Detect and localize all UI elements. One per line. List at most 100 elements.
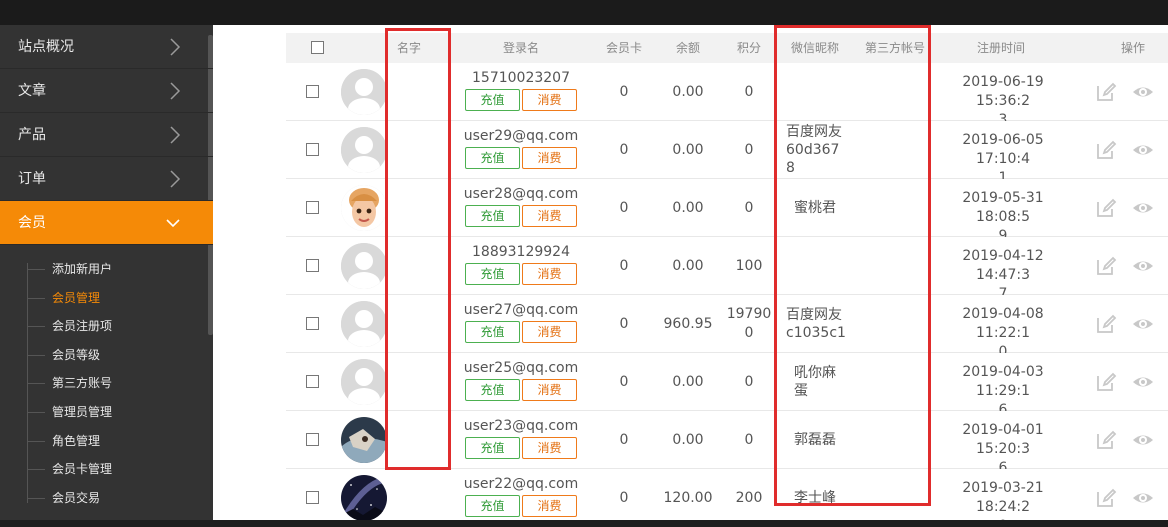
row-checkbox[interactable] xyxy=(306,85,319,98)
eye-icon[interactable] xyxy=(1131,138,1155,162)
recharge-button[interactable]: 充值 xyxy=(465,321,520,343)
sidebar-item-label: 订单 xyxy=(18,171,46,187)
consume-button[interactable]: 消费 xyxy=(522,379,577,401)
recharge-button[interactable]: 充值 xyxy=(465,437,520,459)
login-cell: user28@qq.com 充值 消费 xyxy=(446,185,596,227)
submenu-item-label: 会员等级 xyxy=(52,347,101,362)
recharge-button[interactable]: 充值 xyxy=(465,495,520,517)
consume-button[interactable]: 消费 xyxy=(522,147,577,169)
sidebar-item-2[interactable]: 产品 xyxy=(0,113,213,157)
consume-button[interactable]: 消费 xyxy=(522,321,577,343)
edit-icon[interactable] xyxy=(1094,312,1118,336)
submenu-item-2[interactable]: 会员注册项 xyxy=(0,312,213,341)
avatar xyxy=(341,301,387,347)
row-checkbox[interactable] xyxy=(306,201,319,214)
edit-icon[interactable] xyxy=(1094,370,1118,394)
card-cell: 0 xyxy=(619,84,629,100)
edit-icon[interactable] xyxy=(1094,80,1118,104)
balance-cell: 960.95 xyxy=(663,316,713,332)
sidebar-item-label: 文章 xyxy=(18,83,46,99)
recharge-button[interactable]: 充值 xyxy=(465,89,520,111)
login-name: user22@qq.com xyxy=(463,476,579,492)
table-row: user23@qq.com 充值 消费 0 0.00 0 郭磊磊 2019-04-01 15:… xyxy=(286,411,1168,476)
regtime-cell: 2019-03-21 18:24:20 xyxy=(938,479,1068,520)
eye-icon[interactable] xyxy=(1131,312,1155,336)
row-checkbox[interactable] xyxy=(306,317,319,330)
edit-icon[interactable] xyxy=(1094,486,1118,510)
ops-cell xyxy=(1084,486,1168,510)
ops-cell xyxy=(1084,80,1168,104)
recharge-button[interactable]: 充值 xyxy=(465,379,520,401)
consume-button[interactable]: 消费 xyxy=(522,89,577,111)
recharge-button[interactable]: 充值 xyxy=(465,263,520,285)
sidebar-item-3[interactable]: 订单 xyxy=(0,157,213,201)
sidebar-item-4[interactable]: 会员 xyxy=(0,201,213,245)
eye-icon[interactable] xyxy=(1131,370,1155,394)
submenu-item-1[interactable]: 会员管理 xyxy=(0,284,213,313)
table-row: 15710023207 充值 消费 0 0.00 0 2019-06-19 15:36:2 3 xyxy=(286,63,1168,128)
recharge-button[interactable]: 充值 xyxy=(465,205,520,227)
edit-icon[interactable] xyxy=(1094,254,1118,278)
eye-icon[interactable] xyxy=(1131,80,1155,104)
submenu-item-6[interactable]: 角色管理 xyxy=(0,427,213,456)
wechat-cell: 李士峰 xyxy=(786,469,866,520)
points-cell: 0 xyxy=(744,374,754,390)
avatar xyxy=(341,69,387,115)
submenu-item-3[interactable]: 会员等级 xyxy=(0,341,213,370)
login-name: user25@qq.com xyxy=(463,360,579,376)
consume-button[interactable]: 消费 xyxy=(522,205,577,227)
card-cell: 0 xyxy=(619,316,629,332)
row-checkbox[interactable] xyxy=(306,433,319,446)
wechat-nickname: 百度网友c1035c1 xyxy=(786,307,846,341)
submenu-item-0[interactable]: 添加新用户 xyxy=(0,255,213,284)
consume-button[interactable]: 消费 xyxy=(522,263,577,285)
table-header: 名字 登录名 会员卡 余额 积分 微信昵称 第三方帐号 注册时间 操作 xyxy=(286,33,1168,63)
row-checkbox[interactable] xyxy=(306,375,319,388)
eye-icon[interactable] xyxy=(1131,486,1155,510)
col-balance: 余额 xyxy=(675,41,700,55)
tree-branch xyxy=(27,269,45,270)
col-card: 会员卡 xyxy=(605,41,642,55)
table-row: user29@qq.com 充值 消费 0 0.00 0 百度网友60d3678 2019-0… xyxy=(286,121,1168,186)
login-cell: user22@qq.com 充值 消费 xyxy=(446,475,596,517)
login-name: 15710023207 xyxy=(472,70,570,86)
points-cell: 197900 xyxy=(726,306,772,341)
edit-icon[interactable] xyxy=(1094,428,1118,452)
tree-branch xyxy=(27,497,45,499)
eye-icon[interactable] xyxy=(1131,428,1155,452)
card-cell: 0 xyxy=(619,200,629,216)
tree-branch xyxy=(27,354,45,356)
col-third: 第三方帐号 xyxy=(864,41,925,55)
wechat-nickname: 百度网友60d3678 xyxy=(786,124,842,176)
login-cell: user25@qq.com 充值 消费 xyxy=(446,359,596,401)
col-name: 名字 xyxy=(396,41,421,55)
submenu-item-label: 第三方账号 xyxy=(52,376,113,391)
eye-icon[interactable] xyxy=(1131,254,1155,278)
sidebar-item-1[interactable]: 文章 xyxy=(0,69,213,113)
row-checkbox[interactable] xyxy=(306,143,319,156)
regtime-line1: 2019-03-21 18:24:2 xyxy=(962,480,1044,515)
wechat-cell xyxy=(786,237,866,295)
eye-icon[interactable] xyxy=(1131,196,1155,220)
edit-icon[interactable] xyxy=(1094,138,1118,162)
row-checkbox[interactable] xyxy=(306,491,319,504)
submenu-item-label: 会员管理 xyxy=(52,290,101,305)
row-checkbox[interactable] xyxy=(306,259,319,272)
col-login: 登录名 xyxy=(502,41,539,55)
submenu-item-7[interactable]: 会员卡管理 xyxy=(0,455,213,484)
tree-branch xyxy=(27,411,45,413)
submenu-item-5[interactable]: 管理员管理 xyxy=(0,398,213,427)
recharge-button[interactable]: 充值 xyxy=(465,147,520,169)
edit-icon[interactable] xyxy=(1094,196,1118,220)
ops-cell xyxy=(1084,370,1168,394)
select-all-checkbox[interactable] xyxy=(311,41,324,54)
consume-button[interactable]: 消费 xyxy=(522,437,577,459)
chevron-right-icon xyxy=(169,69,181,116)
submenu-item-8[interactable]: 会员交易 xyxy=(0,484,213,513)
tree-branch xyxy=(27,469,45,471)
submenu-item-4[interactable]: 第三方账号 xyxy=(0,369,213,398)
wechat-nickname: 李士峰 xyxy=(794,490,836,506)
points-cell: 0 xyxy=(744,200,754,216)
consume-button[interactable]: 消费 xyxy=(522,495,577,517)
sidebar-item-0[interactable]: 站点概况 xyxy=(0,25,213,69)
